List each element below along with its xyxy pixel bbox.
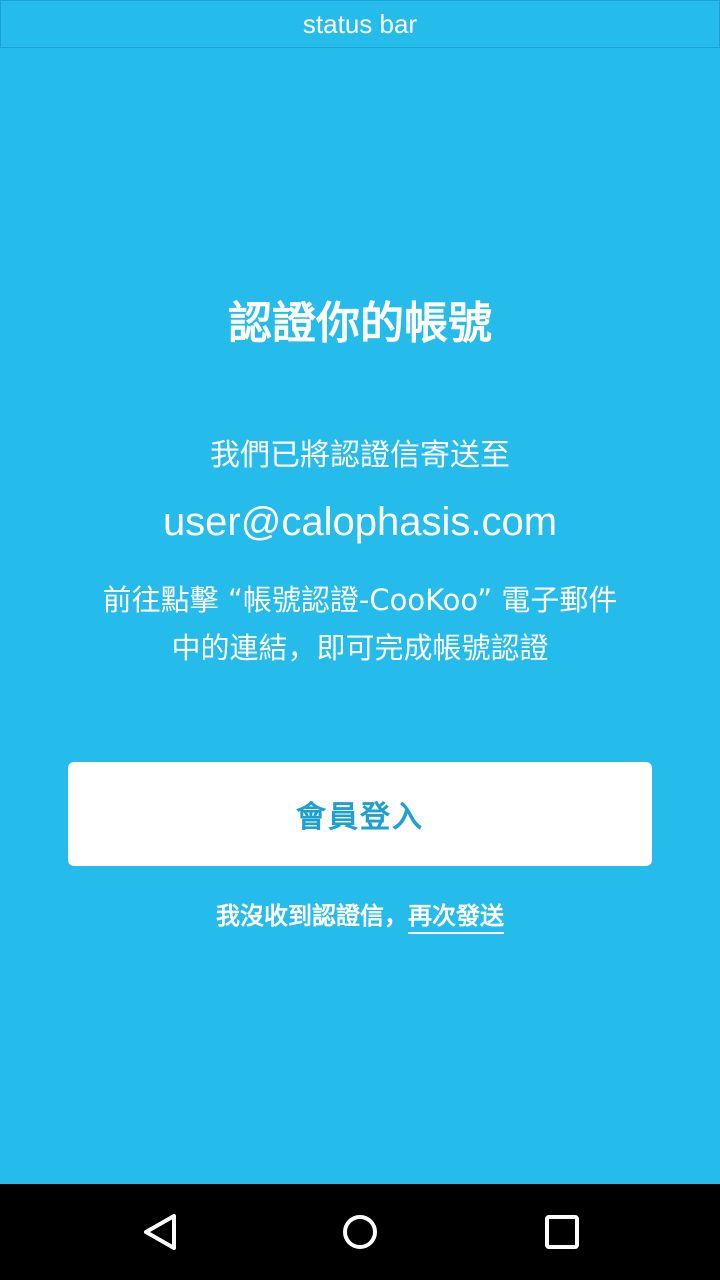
resend-prompt: 我沒收到認證信， bbox=[216, 902, 408, 930]
status-bar: status bar bbox=[0, 0, 720, 48]
back-button[interactable] bbox=[136, 1208, 184, 1256]
back-icon bbox=[144, 1214, 176, 1250]
member-login-button[interactable]: 會員登入 bbox=[68, 762, 652, 866]
instructions-text: 前往點擊 “帳號認證-CooKoo” 電子郵件 中的連結，即可完成帳號認證 bbox=[40, 576, 680, 672]
recent-apps-icon bbox=[545, 1215, 579, 1249]
sent-to-text: 我們已將認證信寄送至 bbox=[210, 438, 510, 473]
home-button[interactable] bbox=[336, 1208, 384, 1256]
home-icon bbox=[343, 1215, 377, 1249]
instructions-line-1: 前往點擊 “帳號認證-CooKoo” 電子郵件 bbox=[102, 583, 618, 617]
resend-row: 我沒收到認證信，再次發送 bbox=[0, 896, 720, 936]
page-title: 認證你的帳號 bbox=[228, 298, 492, 349]
navigation-bar bbox=[0, 1184, 720, 1280]
recent-apps-button[interactable] bbox=[538, 1208, 586, 1256]
email-address: user@calophasis.com bbox=[162, 500, 558, 544]
status-bar-label: status bar bbox=[302, 9, 418, 39]
resend-link[interactable]: 再次發送 bbox=[408, 902, 504, 934]
instructions-line-2: 中的連結，即可完成帳號認證 bbox=[171, 631, 549, 665]
